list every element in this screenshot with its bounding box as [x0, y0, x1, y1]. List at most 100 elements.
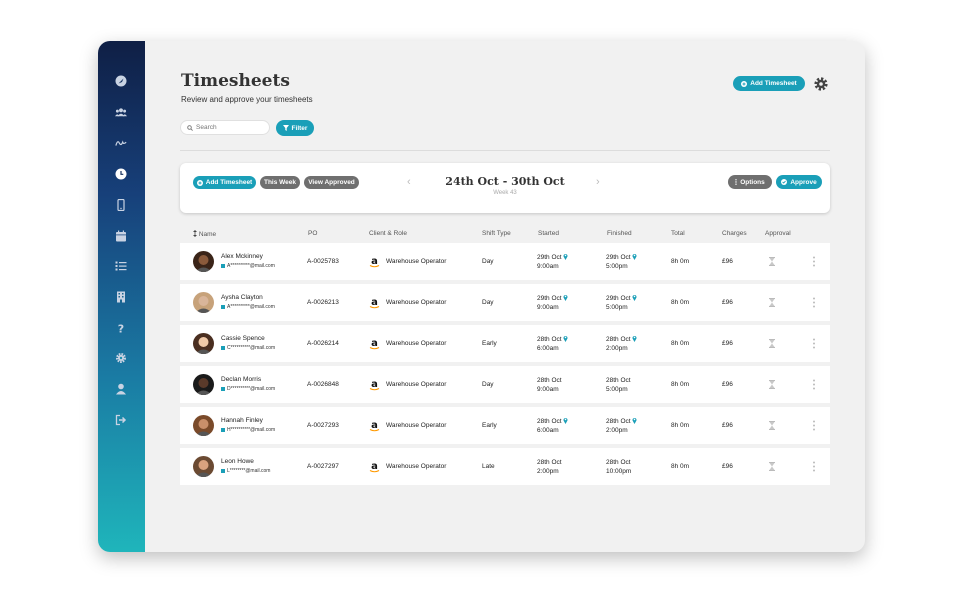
- column-header-name[interactable]: Name: [193, 230, 216, 238]
- location-pin-icon: [562, 294, 568, 302]
- users-icon[interactable]: [110, 101, 132, 123]
- email-icon: [221, 469, 225, 473]
- finished-cell: 29th Oct 5:00pm: [606, 253, 637, 271]
- settings-icon[interactable]: [110, 347, 132, 369]
- started-cell: 29th Oct 9:00am: [537, 294, 568, 312]
- table-row[interactable]: Alex Mckinney A**********@mail.com A-00257…: [180, 243, 830, 280]
- svg-text:a: a: [371, 420, 378, 431]
- location-pin-icon: [631, 335, 637, 343]
- search-icon: [187, 124, 193, 131]
- location-pin-icon: [562, 253, 568, 261]
- client-role: Warehouse Operator: [386, 299, 447, 306]
- shift-type: Late: [482, 463, 495, 470]
- next-week-chevron-icon[interactable]: ›: [596, 176, 600, 188]
- employee-email-text: L********@mail.com: [227, 468, 271, 474]
- column-header-charges: Charges: [722, 230, 747, 237]
- row-menu-icon[interactable]: [811, 378, 817, 391]
- filter-button[interactable]: Filter: [276, 120, 314, 136]
- employee-name: Cassie Spence: [221, 335, 265, 342]
- email-icon: [221, 428, 225, 432]
- started-date: 28th Oct: [537, 418, 562, 425]
- avatar: [193, 374, 214, 395]
- hourglass-icon: [769, 380, 775, 389]
- location-pin-icon: [631, 253, 637, 261]
- svg-text:a: a: [371, 256, 378, 267]
- finished-time: 5:00pm: [606, 263, 628, 270]
- email-icon: [221, 264, 225, 268]
- shift-type: Early: [482, 340, 497, 347]
- finished-time: 2:00pm: [606, 345, 628, 352]
- email-icon: [221, 346, 225, 350]
- email-icon: [221, 387, 225, 391]
- mobile-icon[interactable]: [110, 194, 132, 216]
- started-cell: 28th Oct 9:00am: [537, 376, 562, 394]
- approve-label: Approve: [790, 178, 817, 186]
- total-hours: 8h 0m: [671, 340, 690, 347]
- logout-icon[interactable]: [110, 409, 132, 431]
- settings-gear-icon[interactable]: [813, 76, 829, 92]
- client-role: Warehouse Operator: [386, 381, 447, 388]
- avatar: [193, 415, 214, 436]
- employee-email-text: D**********@mail.com: [227, 386, 276, 392]
- svg-text:?: ?: [118, 323, 124, 335]
- calendar-icon[interactable]: [110, 225, 132, 247]
- employee-email-text: C**********@mail.com: [227, 345, 276, 351]
- dashboard-icon[interactable]: [110, 70, 132, 92]
- table-row[interactable]: Aysha Clayton A**********@mail.com A-00262…: [180, 284, 830, 321]
- location-pin-icon: [631, 417, 637, 425]
- column-header-total: Total: [671, 230, 685, 237]
- table-row[interactable]: Declan Morris D**********@mail.com A-00268…: [180, 366, 830, 403]
- options-label: Options: [740, 178, 765, 186]
- total-hours: 8h 0m: [671, 299, 690, 306]
- started-cell: 28th Oct 6:00am: [537, 335, 568, 353]
- finished-cell: 28th Oct 10:00pm: [606, 458, 631, 476]
- employee-name: Alex Mckinney: [221, 253, 263, 260]
- search-box[interactable]: [180, 120, 270, 135]
- po-number: A-0027297: [307, 463, 339, 470]
- employee-name: Hannah Finley: [221, 417, 263, 424]
- svg-text:a: a: [371, 379, 378, 390]
- finished-cell: 29th Oct 5:00pm: [606, 294, 637, 312]
- svg-text:a: a: [371, 297, 378, 308]
- total-hours: 8h 0m: [671, 258, 690, 265]
- header-add-timesheet-label: Add Timesheet: [750, 80, 797, 87]
- help-icon[interactable]: ?: [110, 317, 132, 339]
- row-menu-icon[interactable]: [811, 337, 817, 350]
- table-row[interactable]: Cassie Spence C**********@mail.com A-00262…: [180, 325, 830, 362]
- started-time: 9:00am: [537, 304, 559, 311]
- started-time: 2:00pm: [537, 468, 559, 475]
- client-role: Warehouse Operator: [386, 463, 447, 470]
- row-menu-icon[interactable]: [811, 255, 817, 268]
- table-row[interactable]: Hannah Finley H**********@mail.com A-00272…: [180, 407, 830, 444]
- filter-icon: [282, 125, 289, 131]
- building-icon[interactable]: [110, 286, 132, 308]
- finished-date: 28th Oct: [606, 418, 631, 425]
- header-add-timesheet-button[interactable]: Add Timesheet: [733, 76, 805, 91]
- list-icon[interactable]: [110, 255, 132, 277]
- signature-icon[interactable]: [110, 132, 132, 154]
- employee-email: H**********@mail.com: [221, 427, 275, 433]
- table-row[interactable]: Leon Howe L********@mail.com A-0027297 a War…: [180, 448, 830, 485]
- approve-button[interactable]: Approve: [776, 175, 822, 189]
- options-button[interactable]: Options: [728, 175, 772, 189]
- user-icon[interactable]: [110, 378, 132, 400]
- started-time: 6:00am: [537, 345, 559, 352]
- finished-cell: 28th Oct 2:00pm: [606, 417, 637, 435]
- clock-icon[interactable]: [110, 163, 132, 185]
- row-menu-icon[interactable]: [811, 296, 817, 309]
- started-date: 28th Oct: [537, 336, 562, 343]
- finished-date: 28th Oct: [606, 459, 631, 466]
- started-date: 28th Oct: [537, 459, 562, 466]
- column-header-po: PO: [308, 230, 318, 237]
- svg-text:a: a: [371, 338, 378, 349]
- row-menu-icon[interactable]: [811, 460, 817, 473]
- search-input[interactable]: [196, 124, 266, 131]
- started-cell: 28th Oct 6:00am: [537, 417, 568, 435]
- po-number: A-0026214: [307, 340, 339, 347]
- charges: £96: [722, 340, 733, 347]
- employee-name: Declan Morris: [221, 376, 262, 383]
- sidebar: ?: [98, 41, 145, 552]
- finished-time: 5:00pm: [606, 304, 628, 311]
- hourglass-icon: [769, 421, 775, 430]
- row-menu-icon[interactable]: [811, 419, 817, 432]
